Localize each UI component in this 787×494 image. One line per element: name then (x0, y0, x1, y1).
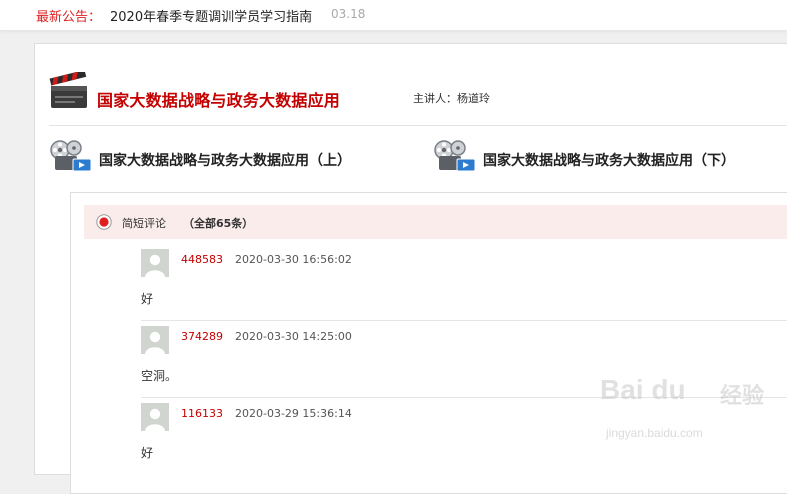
avatar (141, 403, 169, 431)
notice-label: 最新公告： (36, 10, 102, 25)
comment-text: 好 (141, 292, 154, 306)
notice-date: 03.18 (331, 7, 366, 21)
film-reel-icon (434, 140, 476, 172)
video-link-part-2[interactable]: 国家大数据战略与政务大数据应用（下） (433, 138, 773, 174)
notice-link[interactable]: 2020年春季专题调训学员学习指南 (110, 6, 312, 25)
baidu-jingyan-watermark: Bai du 经验 jingyan.baidu.com (600, 372, 780, 458)
comment-user[interactable]: 116133 (181, 407, 223, 420)
notice-bar: 最新公告： 2020年春季专题调训学员学习指南 03.18 (0, 0, 787, 31)
comment-time: 2020-03-29 15:36:14 (235, 407, 352, 420)
speaker-name: 杨道玲 (457, 92, 490, 105)
comment-item: 448583 2020-03-30 16:56:02 好 (141, 249, 787, 326)
comments-count: （全部65条） (183, 217, 254, 230)
comments-title: 简短评论 (122, 217, 166, 230)
comment-user[interactable]: 374289 (181, 330, 223, 343)
comment-separator (141, 320, 787, 321)
course-header: 国家大数据战略与政务大数据应用 主讲人：杨道玲 (49, 70, 787, 114)
comment-time: 2020-03-30 14:25:00 (235, 330, 352, 343)
comment-text: 空洞。 (141, 369, 178, 383)
film-reel-icon (50, 140, 92, 172)
default-avatar-icon (141, 403, 169, 431)
comment-user[interactable]: 448583 (181, 253, 223, 266)
watermark-logo: Bai du (600, 374, 686, 405)
video-link-part-1[interactable]: 国家大数据战略与政务大数据应用（上） (49, 138, 389, 174)
comments-header: 简短评论 （全部65条） (84, 205, 787, 239)
video-link-label[interactable]: 国家大数据战略与政务大数据应用（下） (483, 150, 735, 170)
watermark-cn: 经验 (720, 384, 765, 409)
default-avatar-icon (141, 249, 169, 277)
comment-text: 好 (141, 446, 154, 460)
speaker-label: 主讲人： (413, 92, 457, 105)
watermark-url: jingyan.baidu.com (606, 426, 703, 440)
video-link-label[interactable]: 国家大数据战略与政务大数据应用（上） (99, 150, 351, 170)
default-avatar-icon (141, 326, 169, 354)
comment-time: 2020-03-30 16:56:02 (235, 253, 352, 266)
course-title: 国家大数据战略与政务大数据应用 (97, 91, 341, 110)
record-dot-icon (96, 214, 112, 230)
speaker-info: 主讲人：杨道玲 (413, 90, 490, 106)
avatar (141, 326, 169, 354)
clapperboard-icon (49, 72, 87, 108)
avatar (141, 249, 169, 277)
header-divider (49, 125, 787, 126)
